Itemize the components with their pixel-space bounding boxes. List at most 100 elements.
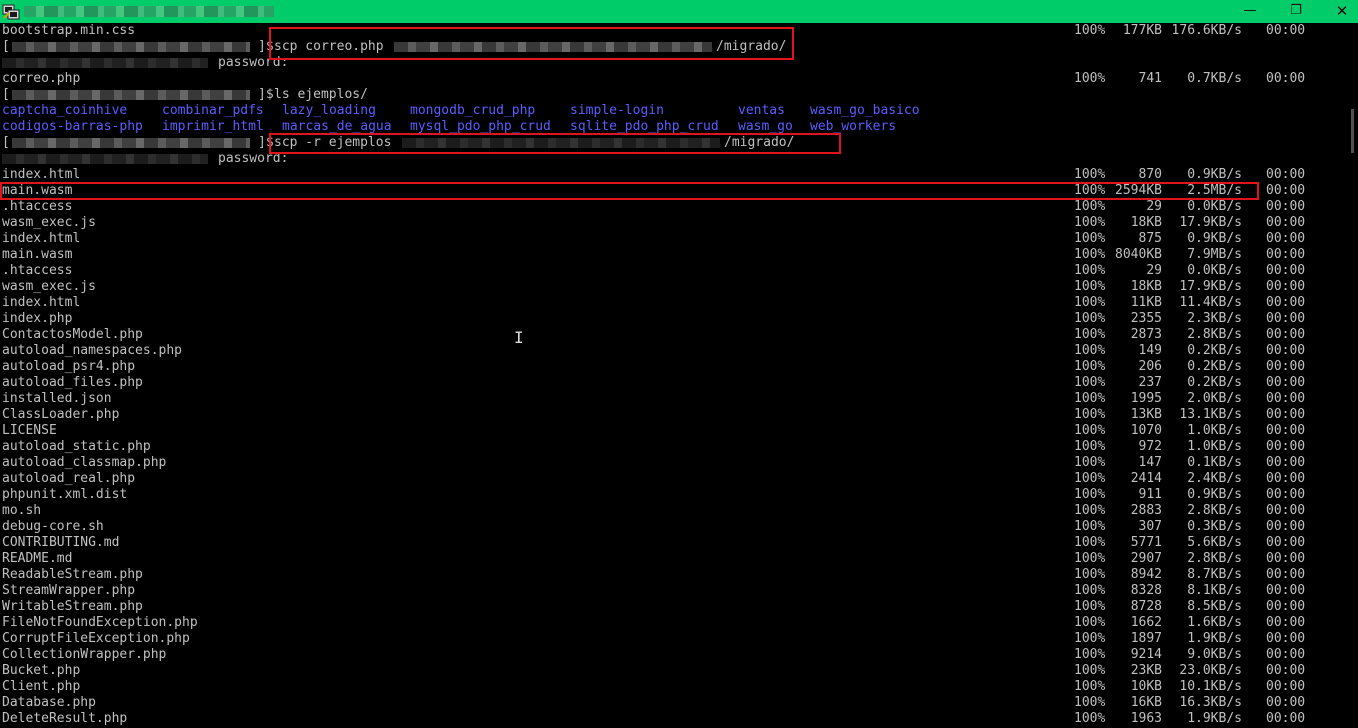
transfer-time: 00:00 bbox=[1266, 471, 1306, 486]
transfer-time: 00:00 bbox=[1266, 519, 1306, 534]
file-size: 8040KB bbox=[1115, 247, 1162, 262]
file-name: phpunit.xml.dist bbox=[2, 487, 128, 502]
file-size: 1995 bbox=[1130, 391, 1162, 406]
transfer-line: README.md 100% 2907 2.8KB/s 00:00 bbox=[0, 551, 1346, 567]
text-cursor-icon: I bbox=[514, 328, 524, 347]
file-size: 972 bbox=[1138, 439, 1162, 454]
directory-name: wasm_go_basico bbox=[810, 103, 920, 118]
progress-percent: 100% bbox=[1074, 647, 1106, 662]
directory-name: imprimir_html bbox=[162, 119, 264, 134]
file-name: index.html bbox=[2, 167, 81, 182]
file-size: 875 bbox=[1138, 231, 1162, 246]
progress-percent: 100% bbox=[1074, 663, 1106, 678]
transfer-rate: 11.4KB/s bbox=[1179, 295, 1242, 310]
transfer-line: .htaccess 100% 29 0.0KB/s 00:00 bbox=[0, 263, 1346, 279]
file-name: CorruptFileException.php bbox=[2, 631, 190, 646]
file-name: wasm_exec.js bbox=[2, 215, 96, 230]
file-name: correo.php bbox=[2, 71, 81, 86]
directory-name: mongodb_crud_php bbox=[410, 103, 536, 118]
close-button[interactable]: ✕ bbox=[1319, 0, 1358, 23]
title-bar[interactable]: — ❐ ✕ bbox=[0, 0, 1358, 23]
transfer-rate: 10.1KB/s bbox=[1179, 679, 1242, 694]
transfer-line: index.php 100% 2355 2.3KB/s 00:00 bbox=[0, 311, 1346, 327]
transfer-time: 00:00 bbox=[1266, 711, 1306, 726]
file-size: 2414 bbox=[1130, 471, 1162, 486]
restore-button[interactable]: ❐ bbox=[1273, 0, 1319, 23]
transfer-rate: 2.8KB/s bbox=[1187, 503, 1242, 518]
transfer-rate: 2.8KB/s bbox=[1187, 551, 1242, 566]
file-size: 2873 bbox=[1130, 327, 1162, 342]
file-name: main.wasm bbox=[2, 247, 73, 262]
prompt-suffix: ]$ bbox=[258, 39, 274, 54]
transfer-rate: 1.0KB/s bbox=[1187, 439, 1242, 454]
file-size: 1662 bbox=[1130, 615, 1162, 630]
file-name: autoload_classmap.php bbox=[2, 455, 167, 470]
transfer-time: 00:00 bbox=[1266, 631, 1306, 646]
progress-percent: 100% bbox=[1074, 279, 1106, 294]
minimize-button[interactable]: — bbox=[1227, 0, 1273, 23]
transfer-rate: 2.3KB/s bbox=[1187, 311, 1242, 326]
file-size: 11KB bbox=[1130, 295, 1162, 310]
terminal-output[interactable]: bootstrap.min.css 100% 177KB 176.6KB/s 0… bbox=[0, 23, 1346, 728]
file-size: 177KB bbox=[1122, 23, 1162, 38]
transfer-line: autoload_psr4.php 100% 206 0.2KB/s 00:00 bbox=[0, 359, 1346, 375]
progress-percent: 100% bbox=[1074, 535, 1106, 550]
transfer-time: 00:00 bbox=[1266, 439, 1306, 454]
vertical-scrollbar[interactable] bbox=[1346, 23, 1358, 728]
progress-percent: 100% bbox=[1074, 343, 1106, 358]
file-name: debug-core.sh bbox=[2, 519, 104, 534]
progress-percent: 100% bbox=[1074, 295, 1106, 310]
transfer-line: ReadableStream.php 100% 8942 8.7KB/s 00:00 bbox=[0, 567, 1346, 583]
redacted-host bbox=[12, 138, 250, 148]
transfer-rate: 0.2KB/s bbox=[1187, 375, 1242, 390]
transfer-line: index.html 100% 11KB 11.4KB/s 00:00 bbox=[0, 295, 1346, 311]
transfer-line: ClassLoader.php 100% 13KB 13.1KB/s 00:00 bbox=[0, 407, 1346, 423]
transfer-time: 00:00 bbox=[1266, 231, 1306, 246]
transfer-time: 00:00 bbox=[1266, 407, 1306, 422]
transfer-time: 00:00 bbox=[1266, 167, 1306, 182]
transfer-time: 00:00 bbox=[1266, 327, 1306, 342]
file-name: ContactosModel.php bbox=[2, 327, 143, 342]
transfer-line: Bucket.php 100% 23KB 23.0KB/s 00:00 bbox=[0, 663, 1346, 679]
scp-command-suffix: /migrado/ bbox=[716, 39, 787, 54]
transfer-time: 00:00 bbox=[1266, 663, 1306, 678]
transfer-rate: 1.0KB/s bbox=[1187, 423, 1242, 438]
transfer-rate: 2.5MB/s bbox=[1187, 183, 1242, 198]
transfer-rate: 0.0KB/s bbox=[1187, 263, 1242, 278]
transfer-rate: 2.8KB/s bbox=[1187, 327, 1242, 342]
transfer-line: autoload_classmap.php 100% 147 0.1KB/s 00:00 bbox=[0, 455, 1346, 471]
file-size: 8728 bbox=[1130, 599, 1162, 614]
progress-percent: 100% bbox=[1074, 23, 1106, 38]
file-size: 149 bbox=[1138, 343, 1162, 358]
transfer-rate: 8.5KB/s bbox=[1187, 599, 1242, 614]
transfer-time: 00:00 bbox=[1266, 535, 1306, 550]
transfer-line: installed.json 100% 1995 2.0KB/s 00:00 bbox=[0, 391, 1346, 407]
file-name: CONTRIBUTING.md bbox=[2, 535, 120, 550]
transfer-time: 00:00 bbox=[1266, 279, 1306, 294]
transfer-rate: 0.1KB/s bbox=[1187, 455, 1242, 470]
progress-percent: 100% bbox=[1074, 327, 1106, 342]
redacted-user bbox=[2, 58, 208, 68]
transfer-line: autoload_static.php 100% 972 1.0KB/s 00:00 bbox=[0, 439, 1346, 455]
progress-percent: 100% bbox=[1074, 583, 1106, 598]
transfer-time: 00:00 bbox=[1266, 487, 1306, 502]
scrollbar-thumb[interactable] bbox=[1351, 109, 1354, 153]
file-name: main.wasm bbox=[2, 183, 73, 198]
progress-percent: 100% bbox=[1074, 375, 1106, 390]
transfer-line-bootstrap: bootstrap.min.css 100% 177KB 176.6KB/s 0… bbox=[0, 23, 1346, 39]
file-name: installed.json bbox=[2, 391, 112, 406]
progress-percent: 100% bbox=[1074, 167, 1106, 182]
transfer-rate: 16.3KB/s bbox=[1179, 695, 1242, 710]
file-name: autoload_real.php bbox=[2, 471, 136, 486]
putty-app-icon[interactable] bbox=[2, 3, 20, 21]
transfer-rate: 13.1KB/s bbox=[1179, 407, 1242, 422]
file-name: index.html bbox=[2, 231, 81, 246]
progress-percent: 100% bbox=[1074, 199, 1106, 214]
progress-percent: 100% bbox=[1074, 471, 1106, 486]
transfer-time: 00:00 bbox=[1266, 423, 1306, 438]
transfer-time: 00:00 bbox=[1266, 71, 1306, 86]
progress-percent: 100% bbox=[1074, 231, 1106, 246]
file-name: CollectionWrapper.php bbox=[2, 647, 167, 662]
transfer-rate: 1.9KB/s bbox=[1187, 631, 1242, 646]
file-size: 23KB bbox=[1130, 663, 1162, 678]
